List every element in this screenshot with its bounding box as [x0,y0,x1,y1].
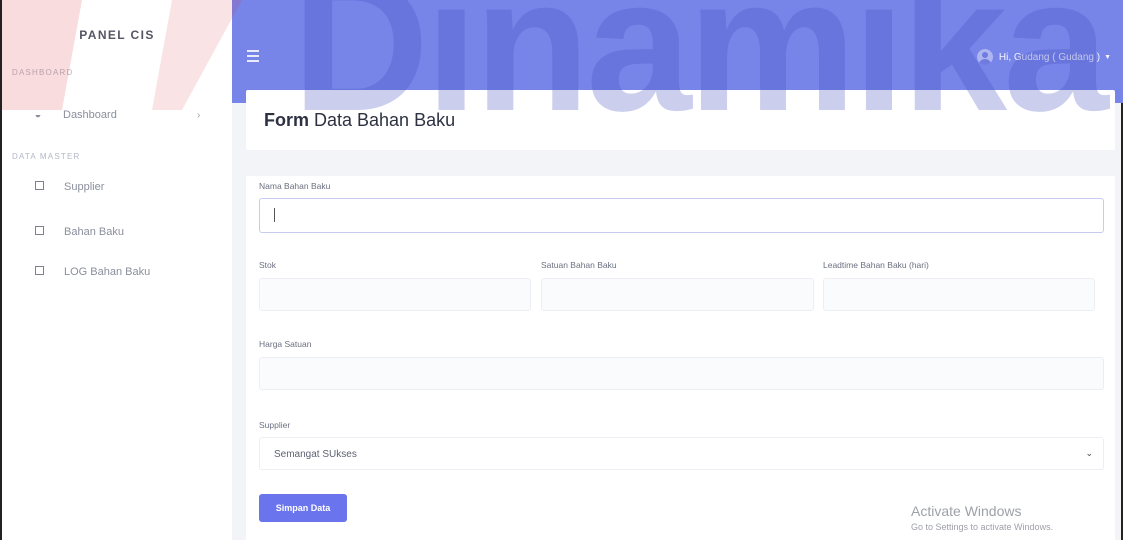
text-cursor [274,208,275,222]
harga-label: Harga Satuan [259,339,312,349]
brand-title: PANEL CIS [79,28,155,42]
caret-down-icon: ▼ [1104,53,1111,61]
stok-input[interactable] [259,278,531,311]
sidebar-item-dashboard[interactable]: ◒ Dashboard [31,106,117,124]
chevron-down-icon: ⌄ [1085,448,1093,458]
sidebar-heading-data-master: DATA MASTER [12,152,81,161]
sidebar-item-bahan-baku[interactable]: Bahan Baku [32,223,124,241]
square-icon [32,181,46,193]
supplier-selected-value: Semangat SUkses [274,449,357,460]
sidebar-heading-dashboard: DASHBOARD [12,68,74,77]
sidebar-item-label: Supplier [64,181,105,193]
page-title: Form Data Bahan Baku [264,110,455,131]
leadtime-label: Leadtime Bahan Baku (hari) [823,260,929,270]
user-greeting: Hi, Gudang ( Gudang ) [998,51,1101,63]
leadtime-input[interactable] [823,278,1095,311]
harga-satuan-input[interactable] [259,357,1104,390]
form-card: Nama Bahan Baku Stok Satuan Bahan Baku L… [246,176,1115,540]
page-title-rest: Data Bahan Baku [309,110,456,130]
avatar [976,49,993,65]
sidebar-item-label: LOG Bahan Baku [64,266,151,278]
nama-bahan-baku-input[interactable] [259,198,1104,233]
topbar: Hi, Gudang ( Gudang ) ▼ [232,0,1123,103]
activate-subtitle: Go to Settings to activate Windows. [911,522,1054,532]
chevron-right-icon: › [197,110,201,121]
supplier-label: Supplier [259,420,291,430]
satuan-input[interactable] [541,278,814,311]
user-dropdown[interactable]: Hi, Gudang ( Gudang ) ▼ [976,49,1111,65]
sidebar-item-supplier[interactable]: Supplier [32,178,104,196]
simpan-data-button[interactable]: Simpan Data [259,494,347,522]
activate-windows-notice: Activate Windows Go to Settings to activ… [911,503,1053,532]
hamburger-menu-icon[interactable] [247,50,259,62]
sidebar-item-label: Dashboard [63,109,117,121]
palette-icon: ◒ [34,109,42,121]
sidebar-item-label: Bahan Baku [64,226,124,238]
nama-label: Nama Bahan Baku [259,181,331,191]
sidebar: PANEL CIS DASHBOARD ◒ Dashboard › DATA M… [2,0,232,540]
activate-title: Activate Windows [911,503,1022,519]
supplier-select[interactable]: Semangat SUkses ⌄ [259,437,1104,470]
page-header: Form Data Bahan Baku [246,90,1115,150]
sidebar-item-log-bahan-baku[interactable]: LOG Bahan Baku [32,263,150,281]
satuan-label: Satuan Bahan Baku [541,260,617,270]
stok-label: Stok [259,260,277,270]
square-icon [32,266,46,278]
square-icon [32,226,46,238]
page-title-strong: Form [264,110,309,130]
